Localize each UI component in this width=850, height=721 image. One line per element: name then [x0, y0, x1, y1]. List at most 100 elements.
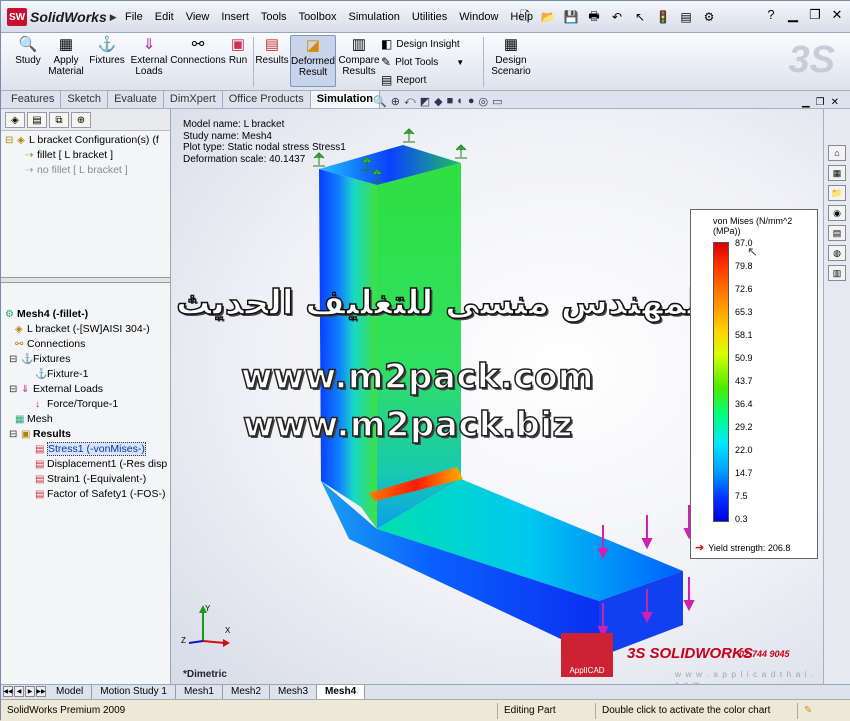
design-insight-button[interactable]: ◧ Design Insight [381, 37, 460, 51]
menu-toolbox[interactable]: Toolbox [293, 9, 343, 25]
dimxpert-manager-tab-icon[interactable]: ⊕ [71, 112, 91, 128]
tab-mesh1[interactable]: Mesh1 [176, 685, 223, 699]
display-style-icon[interactable]: ■ [447, 95, 454, 108]
apply-material-button[interactable]: ▦ Apply Material [47, 35, 85, 77]
tree-displacement-plot[interactable]: ▤ Displacement1 (-Res disp- [5, 457, 167, 472]
design-insight-label: Design Insight [396, 38, 460, 50]
fixtures-button[interactable]: ⚓ Fixtures [87, 35, 127, 66]
tab-simulation[interactable]: Simulation [310, 91, 380, 108]
prev-tab-icon[interactable]: ◀ [14, 686, 24, 697]
view-palette-tab-icon[interactable]: ▤ [828, 225, 846, 241]
config-item-no-fillet[interactable]: ⇢ no fillet [ L bracket ] [5, 163, 166, 178]
last-tab-icon[interactable]: ▶▶ [36, 686, 46, 697]
help-icon[interactable]: ? [763, 7, 779, 23]
tab-mesh4[interactable]: Mesh4 [317, 685, 366, 699]
new-icon[interactable]: 🗋 [515, 7, 535, 27]
tab-mesh3[interactable]: Mesh3 [270, 685, 318, 699]
color-legend[interactable]: von Mises (N/mm^2 (MPa)) 87.0 79.8 72.6 … [690, 209, 818, 559]
connections-button[interactable]: ⚯ Connections [170, 35, 226, 66]
tab-model[interactable]: Model [48, 685, 93, 699]
file-explorer-tab-icon[interactable]: 📁 [828, 185, 846, 201]
tree-strain-plot[interactable]: ▤ Strain1 (-Equivalent-) [5, 472, 167, 487]
external-loads-button[interactable]: ⇓ External Loads [129, 35, 169, 77]
options-icon[interactable]: ⚙ [699, 7, 719, 27]
file-properties-icon[interactable]: ▤ [676, 7, 696, 27]
save-icon[interactable]: 💾 [561, 7, 581, 27]
open-icon[interactable]: 📂 [538, 7, 558, 27]
undo-icon[interactable]: ↶ [607, 7, 627, 27]
hide-show-icon[interactable]: ◐ [457, 95, 464, 108]
app-logo[interactable]: SW SolidWorks ▶ [7, 7, 117, 27]
tree-fixtures[interactable]: ⊟ ⚓Fixtures [5, 352, 167, 367]
study-button[interactable]: 🔍 Study [11, 35, 45, 66]
restore-icon[interactable]: ❐ [807, 7, 823, 23]
menu-simulation[interactable]: Simulation [342, 9, 405, 25]
tree-results[interactable]: ⊟ ▣ Results [5, 427, 167, 442]
legend-tick: 22.0 [735, 445, 753, 455]
next-tab-icon[interactable]: ▶ [25, 686, 35, 697]
tree-fixture-1[interactable]: ⚓Fixture-1 [5, 367, 167, 382]
print-icon[interactable]: 🖶 [584, 7, 604, 27]
compare-results-button[interactable]: ▥ Compare Results [338, 35, 379, 77]
view-orientation-icon[interactable]: ◆ [434, 95, 442, 108]
tab-features[interactable]: Features [5, 91, 62, 108]
quick-tips-icon[interactable]: ✎ [797, 703, 818, 719]
select-icon[interactable]: ↖ [630, 7, 650, 27]
config-item-fillet[interactable]: ⇢ fillet [ L bracket ] [5, 148, 166, 163]
tree-external-loads[interactable]: ⊟ ⇓ External Loads [5, 382, 167, 397]
menu-utilities[interactable]: Utilities [406, 9, 453, 25]
section-view-icon[interactable]: ◩ [420, 95, 430, 108]
configuration-manager-tab-icon[interactable]: ⧉ [49, 112, 69, 128]
zoom-area-icon[interactable]: ⊕ [391, 95, 400, 108]
doc-minimize-icon[interactable]: ▁ [802, 97, 810, 108]
feature-manager-tab-icon[interactable]: ◈ [5, 112, 25, 128]
design-scenario-button[interactable]: ▦ Design Scenario [489, 35, 533, 77]
deformed-result-button[interactable]: ◪ Deformed Result [290, 35, 336, 87]
design-library-tab-icon[interactable]: ▦ [828, 165, 846, 181]
property-manager-tab-icon[interactable]: ▤ [27, 112, 47, 128]
tree-force-torque[interactable]: ↓ Force/Torque-1 [5, 397, 167, 412]
previous-view-icon[interactable]: ⤺ [404, 95, 416, 108]
tab-dimxpert[interactable]: DimXpert [164, 91, 223, 108]
tree-stress-plot[interactable]: ▤ Stress1 (-vonMises-) [5, 442, 167, 457]
custom-properties-tab-icon[interactable]: ▥ [828, 265, 846, 281]
tree-mesh[interactable]: ▦ Mesh [5, 412, 167, 427]
tab-mesh2[interactable]: Mesh2 [223, 685, 270, 699]
search-tab-icon[interactable]: ◉ [828, 205, 846, 221]
color-bar[interactable] [713, 242, 729, 522]
study-root[interactable]: ⚙ Mesh4 (-fillet-) [5, 307, 167, 322]
panel-splitter[interactable] [1, 277, 170, 283]
tab-sketch[interactable]: Sketch [61, 91, 109, 108]
tree-part[interactable]: ◈ L bracket (-[SW]AISI 304-) [5, 322, 167, 337]
view-settings-icon[interactable]: ▭ [492, 95, 502, 108]
config-root[interactable]: ⊟ ◈ L bracket Configuration(s) (f [5, 133, 166, 148]
tree-connections[interactable]: ⚯ Connections [5, 337, 167, 352]
menu-window[interactable]: Window [453, 9, 504, 25]
edit-appearance-icon[interactable]: ● [468, 95, 475, 108]
report-button[interactable]: ▤ Report [381, 73, 426, 87]
run-button[interactable]: ▣ Run [227, 35, 249, 66]
zoom-to-fit-icon[interactable]: 🔍 [373, 95, 387, 108]
menu-tools[interactable]: Tools [255, 9, 293, 25]
rebuild-icon[interactable]: 🚦 [653, 7, 673, 27]
doc-restore-icon[interactable]: ❐ [816, 97, 825, 108]
menu-view[interactable]: View [180, 9, 216, 25]
tab-evaluate[interactable]: Evaluate [108, 91, 164, 108]
graphics-area[interactable]: Model name: L bracket Study name: Mesh4 … [171, 109, 823, 689]
first-tab-icon[interactable]: ◀◀ [3, 686, 13, 697]
appearances-tab-icon[interactable]: ◍ [828, 245, 846, 261]
results-button[interactable]: ▤ Results [255, 35, 289, 66]
tree-fos-plot[interactable]: ▤ Factor of Safety1 (-FOS-) [5, 487, 167, 502]
plot-tools-button[interactable]: ✎ Plot Tools ▼ [381, 55, 464, 69]
minimize-icon[interactable]: ▁ [785, 7, 801, 23]
tab-office-products[interactable]: Office Products [223, 91, 311, 108]
doc-close-icon[interactable]: ✕ [831, 97, 839, 108]
menu-file[interactable]: File [119, 9, 149, 25]
scene-icon[interactable]: ◎ [479, 95, 489, 108]
study-icon: ⚙ [5, 309, 14, 320]
resources-tab-icon[interactable]: ⌂ [828, 145, 846, 161]
menu-insert[interactable]: Insert [215, 9, 255, 25]
menu-edit[interactable]: Edit [149, 9, 180, 25]
tab-motion-study-1[interactable]: Motion Study 1 [92, 685, 176, 699]
close-icon[interactable]: ✕ [829, 7, 845, 23]
